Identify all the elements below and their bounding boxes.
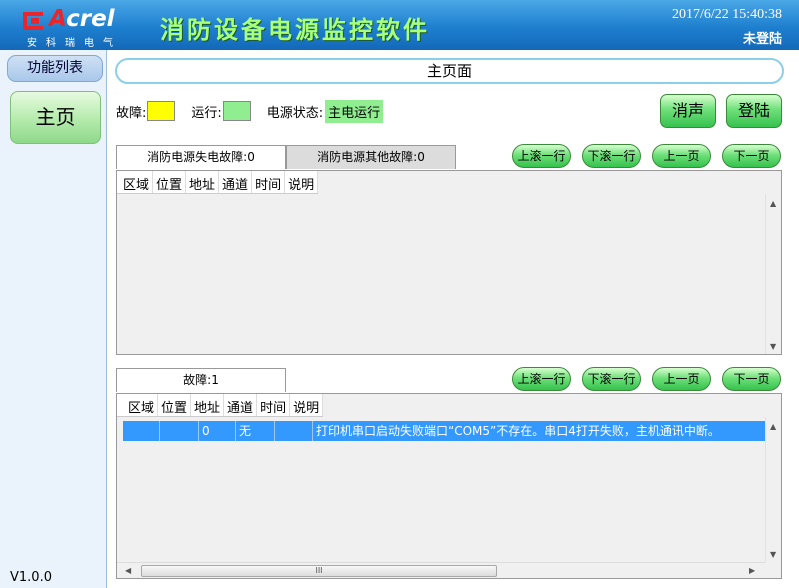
logo-name: Acrel bbox=[49, 6, 115, 32]
sidebar: 功能列表 主页 V1.0.0 bbox=[0, 50, 107, 588]
bottom-grid-hscrollbar[interactable]: ◀ III ▶ bbox=[117, 562, 765, 578]
scroll-up-arrow-icon[interactable]: ▲ bbox=[770, 422, 776, 431]
top-fault-grid[interactable]: 区域 位置 地址 通道 时间 说明 ▲ ▼ bbox=[116, 170, 782, 355]
col-channel: 通道 bbox=[224, 394, 258, 416]
hscroll-thumb[interactable]: III bbox=[141, 565, 497, 577]
function-list-title: 功能列表 bbox=[7, 55, 103, 82]
power-status-value: 主电运行 bbox=[325, 99, 384, 123]
col-description: 说明 bbox=[290, 394, 324, 416]
scroll-left-arrow-icon[interactable]: ◀ bbox=[125, 566, 131, 575]
acrel-logo: Acrel 安科瑞电气 bbox=[22, 6, 134, 49]
current-datetime: 2017/6/22 15:40:38 bbox=[671, 7, 782, 22]
run-label: 运行: bbox=[191, 105, 222, 121]
run-indicator bbox=[222, 101, 251, 121]
cell-description: 打印机串口启动失败端口“COM5”不存在。串口4打开失败，主机通讯中断。 bbox=[316, 424, 720, 438]
main-content: 主页面 故障: 运行: 电源状态: 主电运行 消声 登陆 消防电源失电故障:0 … bbox=[107, 50, 799, 588]
bottom-grid-vscrollbar[interactable]: ▲ ▼ bbox=[765, 417, 781, 562]
cell-region bbox=[123, 421, 160, 441]
bottom-page-up-button[interactable]: 上一页 bbox=[652, 367, 711, 391]
top-page-up-button[interactable]: 上一页 bbox=[652, 144, 711, 168]
scroll-right-arrow-icon[interactable]: ▶ bbox=[749, 566, 755, 575]
sidebar-item-home[interactable]: 主页 bbox=[10, 91, 101, 144]
bottom-scroll-down-button[interactable]: 下滚一行 bbox=[582, 367, 641, 391]
scroll-down-arrow-icon[interactable]: ▼ bbox=[770, 342, 776, 351]
col-region: 区域 bbox=[125, 394, 159, 416]
col-time: 时间 bbox=[257, 394, 291, 416]
logo-subtitle: 安科瑞电气 bbox=[27, 38, 122, 49]
bottom-page-down-button[interactable]: 下一页 bbox=[722, 367, 781, 391]
tab-power-other-fault[interactable]: 消防电源其他故障:0 bbox=[286, 145, 456, 169]
login-button[interactable]: 登陆 bbox=[726, 94, 782, 128]
top-grid-vscrollbar[interactable]: ▲ ▼ bbox=[765, 194, 781, 354]
col-position: 位置 bbox=[153, 171, 187, 193]
login-status: 未登陆 bbox=[742, 32, 782, 47]
fault-indicator bbox=[147, 101, 176, 121]
table-row[interactable]: 0 无 打印机串口启动失败端口“COM5”不存在。串口4打开失败，主机通讯中断。 bbox=[123, 421, 767, 441]
cell-time bbox=[275, 421, 313, 441]
scroll-up-arrow-icon[interactable]: ▲ bbox=[770, 199, 776, 208]
acrel-logo-icon bbox=[23, 12, 43, 30]
app-title: 消防设备电源监控软件 bbox=[160, 16, 430, 44]
cell-position bbox=[160, 421, 199, 441]
col-channel: 通道 bbox=[219, 171, 253, 193]
col-time: 时间 bbox=[252, 171, 286, 193]
page-title: 主页面 bbox=[115, 58, 784, 84]
tab-power-loss-fault[interactable]: 消防电源失电故障:0 bbox=[116, 145, 286, 169]
mute-button[interactable]: 消声 bbox=[660, 94, 716, 128]
col-address: 地址 bbox=[191, 394, 225, 416]
bottom-scroll-up-button[interactable]: 上滚一行 bbox=[512, 367, 571, 391]
col-position: 位置 bbox=[158, 394, 192, 416]
col-address: 地址 bbox=[186, 171, 220, 193]
bottom-grid-header: 区域 位置 地址 通道 时间 说明 bbox=[117, 394, 324, 417]
status-row: 故障: 运行: 电源状态: 主电运行 bbox=[116, 99, 384, 123]
bottom-fault-grid[interactable]: 区域 位置 地址 通道 时间 说明 0 无 打印机串口启动失败端口“COM5”不… bbox=[116, 393, 782, 579]
fault-label: 故障: bbox=[116, 105, 147, 121]
power-status-label: 电源状态: bbox=[266, 105, 324, 121]
title-bar: Acrel 安科瑞电气 消防设备电源监控软件 2017/6/22 15:40:3… bbox=[0, 0, 799, 50]
tab-fault[interactable]: 故障:1 bbox=[116, 368, 286, 392]
top-scroll-up-button[interactable]: 上滚一行 bbox=[512, 144, 571, 168]
col-description: 说明 bbox=[285, 171, 319, 193]
scroll-down-arrow-icon[interactable]: ▼ bbox=[770, 550, 776, 559]
top-page-down-button[interactable]: 下一页 bbox=[722, 144, 781, 168]
cell-channel: 无 bbox=[236, 421, 275, 441]
version-label: V1.0.0 bbox=[10, 570, 52, 585]
cell-address: 0 bbox=[199, 421, 236, 441]
col-region: 区域 bbox=[120, 171, 154, 193]
top-scroll-down-button[interactable]: 下滚一行 bbox=[582, 144, 641, 168]
top-grid-header: 区域 位置 地址 通道 时间 说明 bbox=[117, 171, 319, 194]
